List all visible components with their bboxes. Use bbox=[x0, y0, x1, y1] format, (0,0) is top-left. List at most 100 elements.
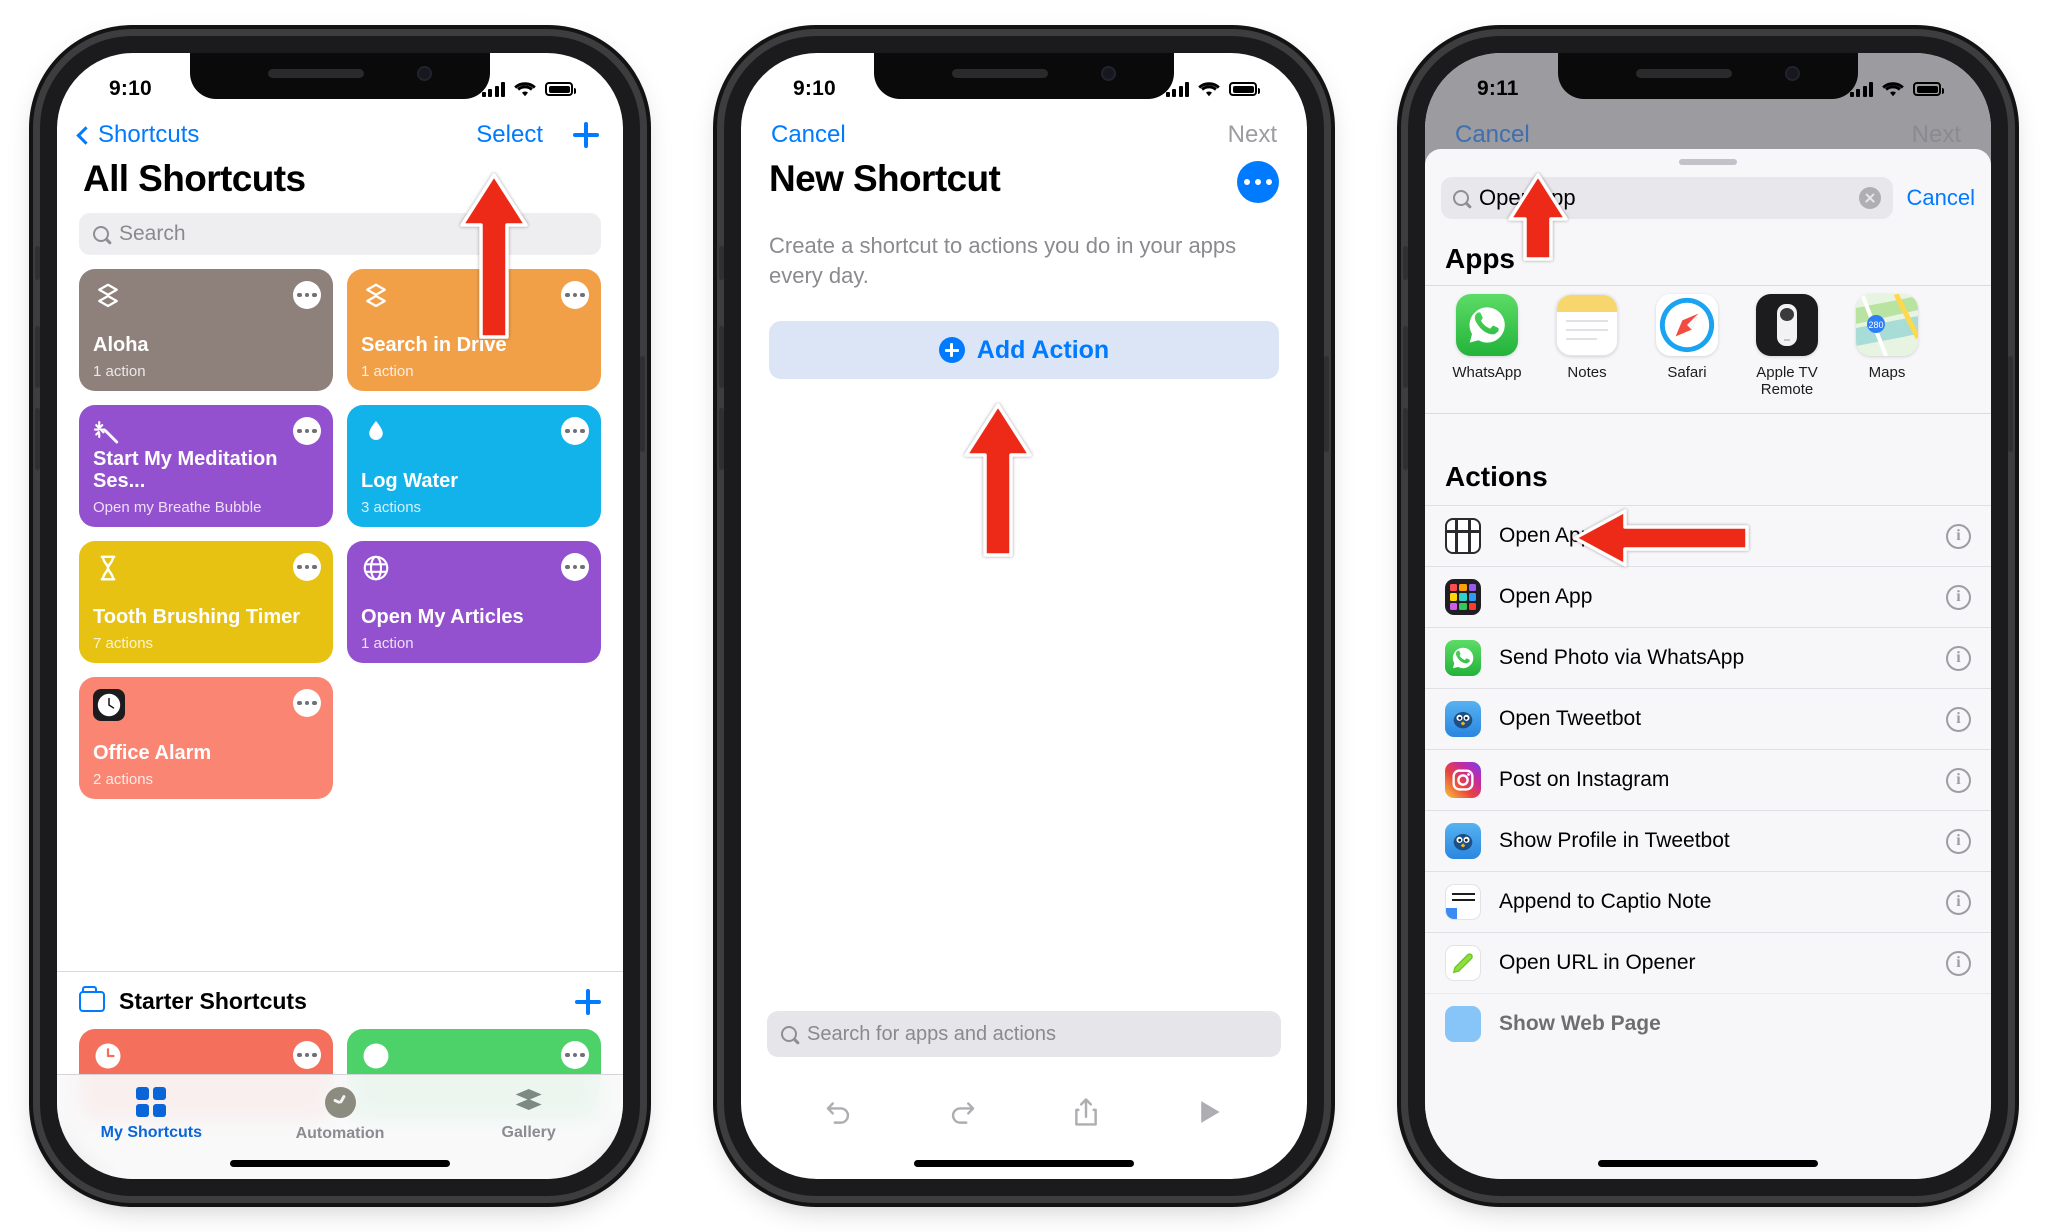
back-button[interactable]: Shortcuts bbox=[76, 121, 199, 149]
app-label: Maps bbox=[1868, 364, 1906, 381]
clear-icon[interactable] bbox=[1858, 187, 1881, 209]
action-row[interactable]: Open Tweetbot i bbox=[1425, 688, 1991, 749]
tile-more-button[interactable] bbox=[561, 281, 589, 309]
action-row[interactable]: Open URL in Opener i bbox=[1425, 932, 1991, 993]
battery-icon bbox=[545, 82, 576, 96]
tab-label: Gallery bbox=[501, 1124, 556, 1141]
app-item-maps[interactable]: 280 Maps bbox=[1837, 294, 1937, 399]
info-icon[interactable]: i bbox=[1946, 706, 1971, 732]
info-icon[interactable]: i bbox=[1946, 767, 1971, 793]
tab-my-shortcuts[interactable]: My Shortcuts bbox=[57, 1075, 246, 1179]
info-icon[interactable]: i bbox=[1946, 523, 1971, 549]
info-icon[interactable]: i bbox=[1946, 828, 1971, 854]
app-item-whatsapp[interactable]: WhatsApp bbox=[1437, 294, 1537, 399]
next-button: Next bbox=[1911, 121, 1961, 148]
play-icon[interactable] bbox=[1192, 1095, 1226, 1129]
info-icon[interactable]: i bbox=[1946, 645, 1971, 671]
search-icon bbox=[1453, 190, 1469, 206]
action-search-sheet: Open app Cancel Apps WhatsApp Notes Safa… bbox=[1425, 149, 1991, 1179]
cancel-button[interactable]: Cancel bbox=[1907, 185, 1975, 211]
tile-subtitle: 2 actions bbox=[93, 771, 154, 788]
notch bbox=[874, 53, 1174, 99]
next-button[interactable]: Next bbox=[1228, 121, 1277, 149]
action-row[interactable]: Append to Captio Note i bbox=[1425, 871, 1991, 932]
sheet-grabber[interactable] bbox=[1679, 159, 1737, 165]
phone-1-screen: 9:10 Shortcuts Select All Shortcuts Sear… bbox=[57, 53, 623, 1179]
tile-more-button[interactable] bbox=[293, 1041, 321, 1069]
tab-label: My Shortcuts bbox=[100, 1124, 202, 1141]
add-action-button[interactable]: Add Action bbox=[769, 321, 1279, 379]
action-row[interactable]: Send Photo via WhatsApp i bbox=[1425, 627, 1991, 688]
app-item-notes[interactable]: Notes bbox=[1537, 294, 1637, 399]
plus-icon bbox=[938, 337, 965, 363]
arrow-to-add-action bbox=[959, 401, 1037, 559]
action-row[interactable]: Show Web Page bbox=[1425, 993, 1991, 1054]
tile-subtitle: Open my Breathe Bubble bbox=[93, 499, 262, 516]
plus-icon[interactable] bbox=[575, 988, 601, 1015]
ellipsis-icon[interactable] bbox=[1237, 161, 1279, 203]
tile-more-button[interactable] bbox=[293, 281, 321, 309]
opener-icon bbox=[1445, 945, 1481, 981]
undo-icon[interactable] bbox=[822, 1095, 856, 1129]
tile-more-button[interactable] bbox=[293, 553, 321, 581]
section-divider bbox=[57, 971, 623, 972]
action-row[interactable]: Post on Instagram i bbox=[1425, 749, 1991, 810]
tweetbot-icon bbox=[1445, 701, 1481, 737]
editor-toolbar bbox=[741, 1075, 1307, 1149]
phone-3-screen: 9:11 Cancel Next Open app Cancel Apps Wh… bbox=[1425, 53, 1991, 1179]
tile-name: Tooth Brushing Timer bbox=[93, 606, 301, 629]
shortcut-tile[interactable]: Aloha 1 action bbox=[79, 269, 333, 391]
app-grid-icon bbox=[1445, 579, 1481, 615]
info-icon[interactable]: i bbox=[1946, 889, 1971, 915]
action-label: Show Profile in Tweetbot bbox=[1499, 829, 1730, 852]
tile-more-button[interactable] bbox=[561, 417, 589, 445]
tab-gallery[interactable]: Gallery bbox=[434, 1075, 623, 1179]
search-input[interactable]: Search for apps and actions bbox=[767, 1011, 1281, 1057]
globe-icon bbox=[363, 555, 389, 581]
captio-icon bbox=[1445, 884, 1481, 920]
action-label: Open Tweetbot bbox=[1499, 707, 1642, 730]
action-row[interactable]: Open App i bbox=[1425, 566, 1991, 627]
select-button[interactable]: Select bbox=[476, 121, 543, 149]
plus-icon[interactable] bbox=[573, 122, 599, 148]
app-item-apple-tv-remote[interactable]: Apple TV Remote bbox=[1737, 294, 1837, 399]
action-label: Append to Captio Note bbox=[1499, 890, 1712, 913]
layers-icon bbox=[514, 1087, 544, 1117]
info-icon[interactable]: i bbox=[1946, 584, 1971, 610]
phone-1-all-shortcuts: 9:10 Shortcuts Select All Shortcuts Sear… bbox=[35, 36, 645, 1196]
starter-shortcuts-header[interactable]: Starter Shortcuts bbox=[79, 986, 601, 1015]
tile-name: Log Water bbox=[361, 470, 459, 493]
share-icon[interactable] bbox=[1069, 1095, 1103, 1129]
actions-heading: Actions bbox=[1445, 461, 1548, 492]
shortcut-tile[interactable]: Office Alarm 2 actions bbox=[79, 677, 333, 799]
shortcut-tile[interactable]: Tooth Brushing Timer 7 actions bbox=[79, 541, 333, 663]
app-label: Apple TV Remote bbox=[1756, 364, 1818, 399]
battery-icon bbox=[1913, 82, 1944, 96]
navigation-bar: Cancel Next bbox=[741, 121, 1307, 149]
tile-more-button[interactable] bbox=[561, 1041, 589, 1069]
navigation-bar: Shortcuts Select bbox=[57, 121, 623, 149]
search-icon bbox=[93, 226, 109, 242]
action-label: Show Web Page bbox=[1499, 1012, 1661, 1035]
app-item-safari[interactable]: Safari bbox=[1637, 294, 1737, 399]
tab-label: Automation bbox=[295, 1125, 385, 1142]
arrow-to-open-app-action bbox=[1571, 507, 1751, 569]
tile-more-button[interactable] bbox=[561, 553, 589, 581]
action-row[interactable]: Show Profile in Tweetbot i bbox=[1425, 810, 1991, 871]
wifi-icon bbox=[1882, 81, 1904, 96]
tile-name: Office Alarm bbox=[93, 742, 212, 765]
tile-subtitle: 1 action bbox=[361, 363, 414, 380]
redo-icon[interactable] bbox=[945, 1095, 979, 1129]
shortcut-tile[interactable]: Start My Meditation Ses... Open my Breat… bbox=[79, 405, 333, 527]
shortcut-tile[interactable]: Log Water 3 actions bbox=[347, 405, 601, 527]
layers-icon bbox=[98, 283, 118, 308]
tile-more-button[interactable] bbox=[293, 417, 321, 445]
folder-icon bbox=[79, 986, 105, 1012]
shortcut-tile[interactable]: Open My Articles 1 action bbox=[347, 541, 601, 663]
tile-more-button[interactable] bbox=[293, 689, 321, 717]
status-time: 9:10 bbox=[109, 77, 152, 100]
cancel-button[interactable]: Cancel bbox=[771, 121, 846, 149]
sparkle-wand-icon bbox=[93, 420, 119, 444]
clock-icon bbox=[324, 1087, 356, 1118]
info-icon[interactable]: i bbox=[1946, 950, 1971, 976]
